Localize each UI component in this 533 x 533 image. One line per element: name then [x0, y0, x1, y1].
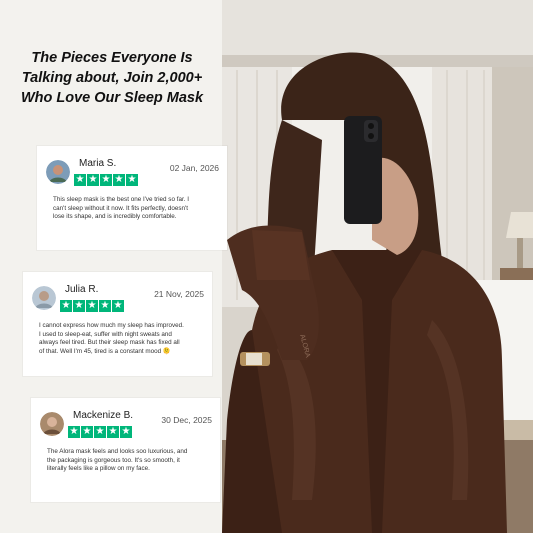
star-rating: ★ ★ ★ ★ ★ [68, 426, 132, 438]
review-date: 30 Dec, 2025 [161, 415, 212, 425]
star-icon: ★ [94, 426, 106, 438]
avatar-icon [40, 412, 64, 436]
star-icon: ★ [86, 300, 98, 312]
star-icon: ★ [74, 174, 86, 186]
review-date: 02 Jan, 2026 [169, 163, 219, 173]
reviewer-name: Maria S. [79, 158, 117, 169]
star-rating: ★ ★ ★ ★ ★ [60, 300, 124, 312]
star-icon: ★ [107, 426, 119, 438]
headline: The Pieces Everyone Is Talking about, Jo… [20, 50, 204, 106]
avatar-icon [46, 160, 70, 184]
star-icon: ★ [81, 426, 93, 438]
review-card: Julia R. 21 Nov, 2025 ★ ★ ★ ★ ★ I cannot… [23, 272, 212, 376]
avatar-icon [32, 286, 56, 310]
star-icon: ★ [100, 174, 112, 186]
star-icon: ★ [126, 174, 138, 186]
star-icon: ★ [120, 426, 132, 438]
star-icon: ★ [60, 300, 72, 312]
star-icon: ★ [68, 426, 80, 438]
review-date: 21 Nov, 2025 [154, 289, 204, 299]
star-rating: ★ ★ ★ ★ ★ [74, 174, 138, 186]
product-photo: ALORA [222, 0, 533, 533]
star-icon: ★ [112, 300, 124, 312]
reviewer-name: Mackenize B. [73, 410, 134, 421]
star-icon: ★ [73, 300, 85, 312]
review-card: Maria S. 02 Jan, 2026 ★ ★ ★ ★ ★ This sle… [37, 146, 227, 250]
ad-creative: ALORA The Pieces Everyone Is Talking abo… [0, 0, 533, 533]
star-icon: ★ [113, 174, 125, 186]
star-icon: ★ [99, 300, 111, 312]
review-text: The Alora mask feels and looks soo luxur… [47, 448, 188, 473]
review-text: This sleep mask is the best one I've tri… [53, 196, 189, 221]
review-card: Mackenize B. 30 Dec, 2025 ★ ★ ★ ★ ★ The … [31, 398, 220, 502]
star-icon: ★ [87, 174, 99, 186]
reviewer-name: Julia R. [65, 284, 99, 295]
review-text: I cannot express how much my sleep has i… [39, 322, 184, 355]
